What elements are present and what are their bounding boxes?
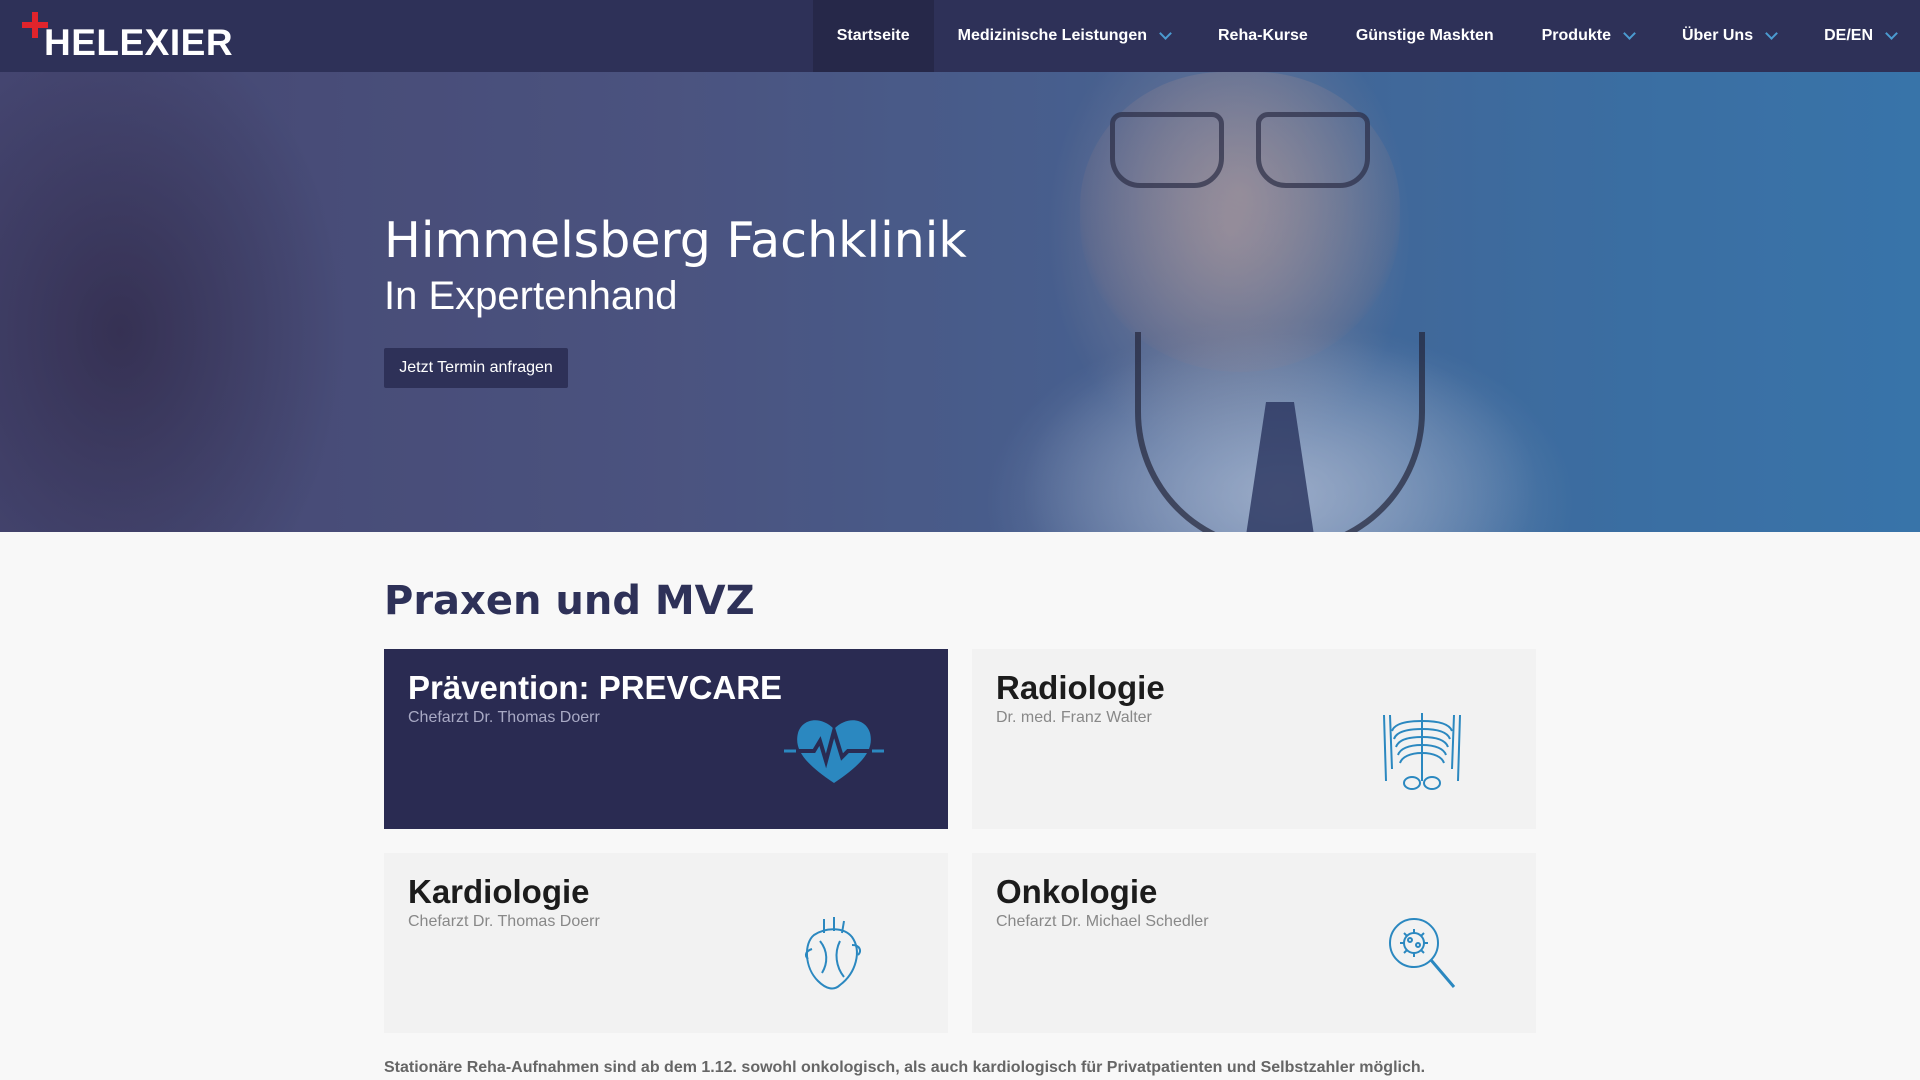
nav-label: Reha-Kurse [1218, 27, 1308, 44]
nav-item-produkte[interactable]: Produkte [1518, 0, 1658, 72]
nav-label: Günstige Maskten [1355, 27, 1494, 44]
hero-banner: Himmelsberg Fachklinik In Expertenhand J… [0, 72, 1920, 532]
card-subtitle: Chefarzt Dr. Thomas Doerr [408, 709, 600, 726]
info-note: Stationäre Reha-Aufnahmen sind ab dem 1.… [384, 1059, 1426, 1076]
main-menu: Startseite Medizinische Leistungen Reha-… [812, 0, 1920, 72]
nav-item-startseite[interactable]: Startseite [812, 0, 934, 72]
request-appointment-button[interactable]: Jetzt Termin anfragen [384, 348, 568, 388]
card-subtitle: Chefarzt Dr. Thomas Doerr [408, 913, 600, 930]
card-subtitle: Chefarzt Dr. Michael Schedler [996, 913, 1209, 930]
nav-label: DE/EN [1824, 27, 1873, 44]
nav-item-guenstige-maskten[interactable]: Günstige Maskten [1332, 0, 1518, 72]
card-praevention[interactable]: Prävention: PREVCARE Chefarzt Dr. Thomas… [384, 649, 948, 829]
nav-label: Startseite [836, 27, 910, 44]
nav-item-reha-kurse[interactable]: Reha-Kurse [1194, 0, 1332, 72]
card-radiologie[interactable]: Radiologie Dr. med. Franz Walter [972, 649, 1536, 829]
nav-label: Produkte [1541, 27, 1611, 44]
card-title: Kardiologie [408, 873, 590, 910]
nav-label: Medizinische Leistungen [957, 27, 1147, 44]
hero-overlay [0, 72, 1920, 532]
nav-item-medizinische-leistungen[interactable]: Medizinische Leistungen [934, 0, 1194, 72]
hero-subtitle: In Expertenhand [384, 274, 678, 318]
ribcage-xray-icon [1383, 713, 1461, 790]
chevron-down-icon [1623, 27, 1636, 40]
hero-title: Himmelsberg Fachklinik [384, 212, 967, 269]
card-title: Radiologie [996, 669, 1165, 706]
brand-name: HELEXIER [44, 22, 234, 63]
card-kardiologie[interactable]: Kardiologie Chefarzt Dr. Thomas Doerr [384, 853, 948, 1033]
medical-cross-icon [22, 12, 48, 38]
chevron-down-icon [1159, 27, 1172, 40]
magnifier-cell-icon [1389, 918, 1456, 988]
card-title: Prävention: PREVCARE [408, 669, 783, 706]
nav-item-language[interactable]: DE/EN [1800, 0, 1920, 72]
card-onkologie[interactable]: Onkologie Chefarzt Dr. Michael Schedler [972, 853, 1536, 1033]
chevron-down-icon [1765, 27, 1778, 40]
chevron-down-icon [1885, 27, 1898, 40]
nav-label: Über Uns [1681, 27, 1754, 44]
anatomical-heart-icon [804, 917, 861, 990]
card-subtitle: Dr. med. Franz Walter [996, 709, 1152, 726]
nav-item-ueber-uns[interactable]: Über Uns [1658, 0, 1800, 72]
heart-pulse-icon [784, 720, 884, 783]
card-title: Onkologie [996, 873, 1158, 910]
top-navbar: HELEXIER Startseite Medizinische Leistun… [0, 0, 1920, 72]
section-title: Praxen und MVZ [384, 578, 755, 624]
brand-logo[interactable]: HELEXIER [22, 10, 233, 64]
